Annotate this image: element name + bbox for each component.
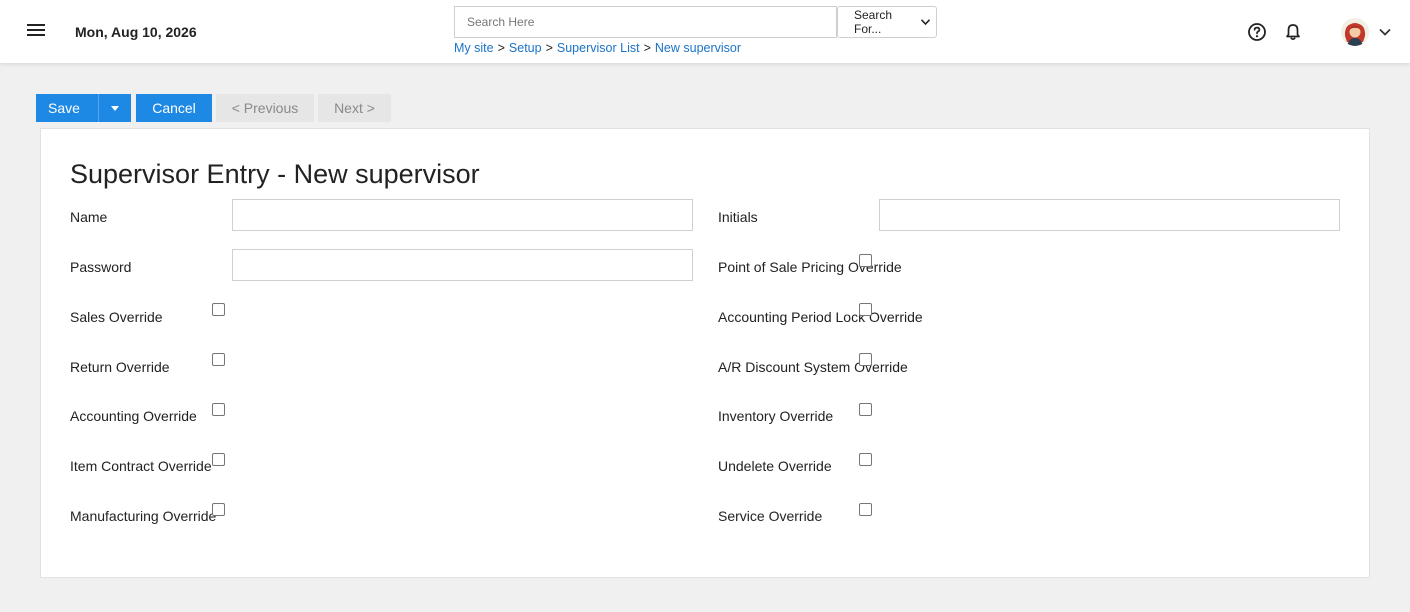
- service-override-checkbox[interactable]: [859, 503, 872, 516]
- breadcrumb-setup[interactable]: Setup: [509, 41, 542, 55]
- breadcrumb-separator: >: [643, 41, 651, 55]
- breadcrumb-supervisor-list[interactable]: Supervisor List: [557, 41, 640, 55]
- password-label: Password: [70, 259, 132, 275]
- caret-down-icon: [111, 105, 119, 111]
- next-button[interactable]: Next >: [318, 94, 391, 122]
- checkbox-label-return-override: Return Override: [70, 359, 170, 375]
- checkbox-label-accounting-period-lock-override: Accounting Period Lock Override: [718, 309, 923, 325]
- pos-pricing-override-checkbox[interactable]: [859, 254, 872, 267]
- checkbox-label-undelete-override: Undelete Override: [718, 458, 832, 474]
- current-date: Mon, Aug 10, 2026: [75, 24, 197, 40]
- checkbox-label-sales-override: Sales Override: [70, 309, 163, 325]
- checkbox-label-item-contract-override: Item Contract Override: [70, 458, 212, 474]
- checkbox-label-inventory-override: Inventory Override: [718, 408, 834, 424]
- previous-button[interactable]: < Previous: [216, 94, 314, 122]
- user-avatar[interactable]: [1341, 18, 1369, 46]
- checkbox-label-service-override: Service Override: [718, 508, 823, 524]
- accounting-override-checkbox[interactable]: [212, 403, 225, 416]
- chevron-down-icon: [920, 17, 931, 28]
- account-chevron-down-icon[interactable]: [1378, 25, 1392, 39]
- breadcrumb: My site > Setup > Supervisor List > New superv…: [454, 41, 741, 55]
- breadcrumb-new-supervisor[interactable]: New supervisor: [655, 41, 741, 55]
- supervisor-entry-card: Supervisor Entry - New supervisor Name P…: [40, 128, 1370, 578]
- save-options-dropdown-button[interactable]: [98, 94, 131, 122]
- help-icon[interactable]: [1247, 22, 1267, 42]
- hamburger-menu-icon[interactable]: [27, 24, 45, 38]
- search-for-select-value: Search For...: [854, 8, 893, 36]
- return-override-checkbox[interactable]: [212, 353, 225, 366]
- checkbox-label-pos-pricing-override: Point of Sale Pricing Override: [718, 259, 902, 275]
- accounting-period-lock-override-checkbox[interactable]: [859, 303, 872, 316]
- bell-icon[interactable]: [1283, 22, 1303, 42]
- checkbox-label-ar-discount-system-override: A/R Discount System Override: [718, 359, 908, 375]
- initials-input[interactable]: [879, 199, 1340, 231]
- top-bar: Mon, Aug 10, 2026 Search For... My site>…: [0, 0, 1410, 63]
- breadcrumb-separator: >: [545, 41, 553, 55]
- save-button[interactable]: Save: [36, 94, 98, 122]
- undelete-override-checkbox[interactable]: [859, 453, 872, 466]
- checkbox-label-accounting-override: Accounting Override: [70, 408, 197, 424]
- inventory-override-checkbox[interactable]: [859, 403, 872, 416]
- item-contract-override-checkbox[interactable]: [212, 453, 225, 466]
- ar-discount-system-override-checkbox[interactable]: [859, 353, 872, 366]
- breadcrumb-my-site[interactable]: My site: [454, 41, 494, 55]
- page-title: Supervisor Entry - New supervisor: [70, 159, 480, 189]
- search-input[interactable]: [454, 6, 837, 38]
- password-input[interactable]: [232, 249, 693, 281]
- search-for-select[interactable]: Search For...: [837, 6, 937, 38]
- breadcrumb-separator: >: [497, 41, 505, 55]
- initials-label: Initials: [718, 209, 758, 225]
- name-label: Name: [70, 209, 108, 225]
- manufacturing-override-checkbox[interactable]: [212, 503, 225, 516]
- cancel-button[interactable]: Cancel: [136, 94, 212, 122]
- name-input[interactable]: [232, 199, 693, 231]
- checkbox-label-manufacturing-override: Manufacturing Override: [70, 508, 217, 524]
- sales-override-checkbox[interactable]: [212, 303, 225, 316]
